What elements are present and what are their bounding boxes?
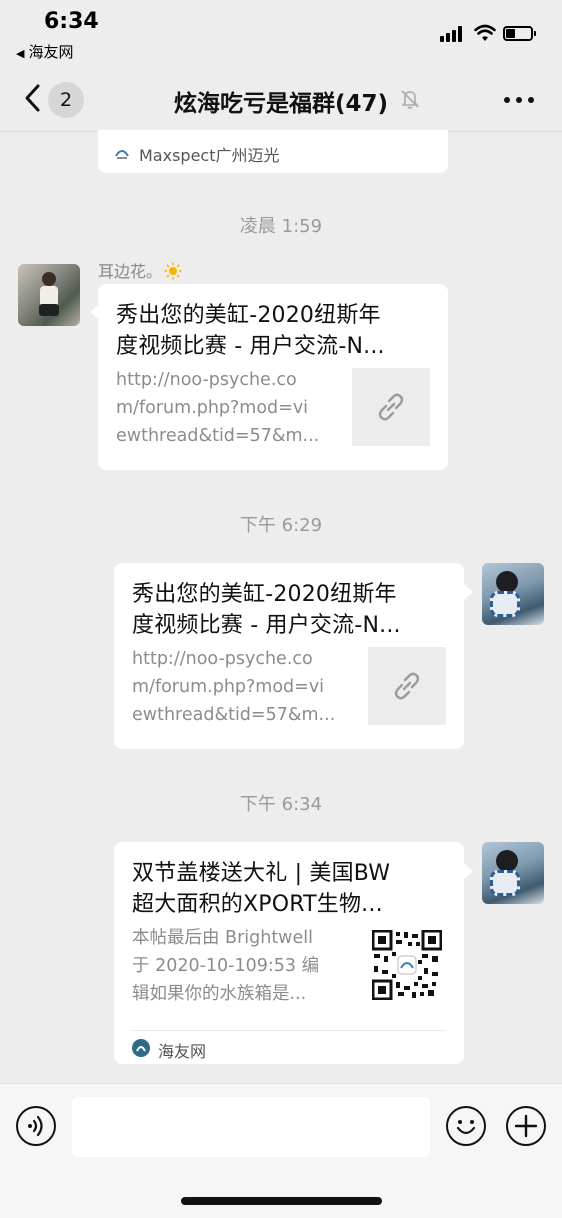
status-back-to-app[interactable]: ◀ 海友网 (16, 41, 73, 62)
bell-off-icon (401, 90, 419, 109)
back-app-label: 海友网 (28, 43, 74, 61)
sender-name: 耳边花。 (98, 258, 182, 282)
qr-code-icon (372, 930, 442, 1000)
link-description: http://noo-psyche.co m/forum.php?mod=vi ew… (132, 649, 336, 725)
card-source-label: 海友网 (158, 1042, 207, 1061)
emoji-icon[interactable] (446, 1106, 486, 1146)
link-title: 双节盖楼送大礼 | 美国BW 超大面积的XPORT生物... (132, 861, 391, 917)
unread-count-badge[interactable]: 2 (48, 82, 84, 118)
link-icon (378, 393, 404, 421)
divider (132, 1030, 446, 1031)
group-name: 炫海吃亏是福群 (173, 91, 335, 117)
status-time: 6:34 (44, 9, 99, 34)
battery-icon (503, 26, 536, 41)
status-bar: 6:34 ◀ 海友网 (0, 0, 562, 66)
link-card-message[interactable]: 秀出您的美缸-2020纽斯年 度视频比赛 - 用户交流-N... http://n… (114, 563, 464, 749)
chat-header: 2 炫海吃亏是福群(47) (0, 66, 562, 132)
link-card-message[interactable]: 双节盖楼送大礼 | 美国BW 超大面积的XPORT生物... 本帖最后由 Brig… (114, 842, 464, 1064)
timestamp: 下午 6:29 (239, 515, 323, 536)
haiyou-logo-icon (132, 1039, 150, 1057)
link-thumbnail (352, 368, 430, 446)
avatar[interactable] (482, 563, 544, 625)
plus-icon[interactable] (506, 1106, 546, 1146)
back-triangle-icon: ◀ (16, 47, 25, 60)
home-indicator[interactable] (181, 1197, 382, 1205)
previous-link-card[interactable]: Maxspect广州迈光 (98, 130, 448, 173)
chat-title: 炫海吃亏是福群(47) (140, 84, 422, 118)
card-source: Maxspect广州迈光 (115, 142, 280, 166)
wifi-icon (474, 24, 496, 41)
link-title: 秀出您的美缸-2020纽斯年 度视频比赛 - 用户交流-N... (116, 303, 385, 359)
link-title: 秀出您的美缸-2020纽斯年 度视频比赛 - 用户交流-N... (132, 582, 401, 638)
timestamp: 下午 6:34 (239, 794, 323, 815)
avatar[interactable] (18, 264, 80, 326)
member-count: (47) (334, 91, 389, 117)
maxspect-logo-icon (115, 150, 129, 159)
card-source-label: Maxspect广州迈光 (139, 146, 280, 165)
link-card-message[interactable]: 秀出您的美缸-2020纽斯年 度视频比赛 - 用户交流-N... http://n… (98, 284, 448, 470)
link-description: http://noo-psyche.co m/forum.php?mod=vi ew… (116, 370, 320, 446)
avatar[interactable] (482, 842, 544, 904)
message-input[interactable] (72, 1097, 430, 1157)
link-icon (394, 672, 420, 700)
signal-icon (440, 26, 464, 42)
link-description: 本帖最后由 Brightwell 于 2020-10-109:53 编辑如果你的水… (132, 928, 320, 1004)
timestamp: 凌晨 1:59 (239, 216, 323, 237)
link-thumbnail (368, 647, 446, 725)
sun-emoji-icon (164, 262, 182, 280)
more-icon[interactable] (502, 95, 536, 105)
voice-icon[interactable] (16, 1106, 56, 1146)
